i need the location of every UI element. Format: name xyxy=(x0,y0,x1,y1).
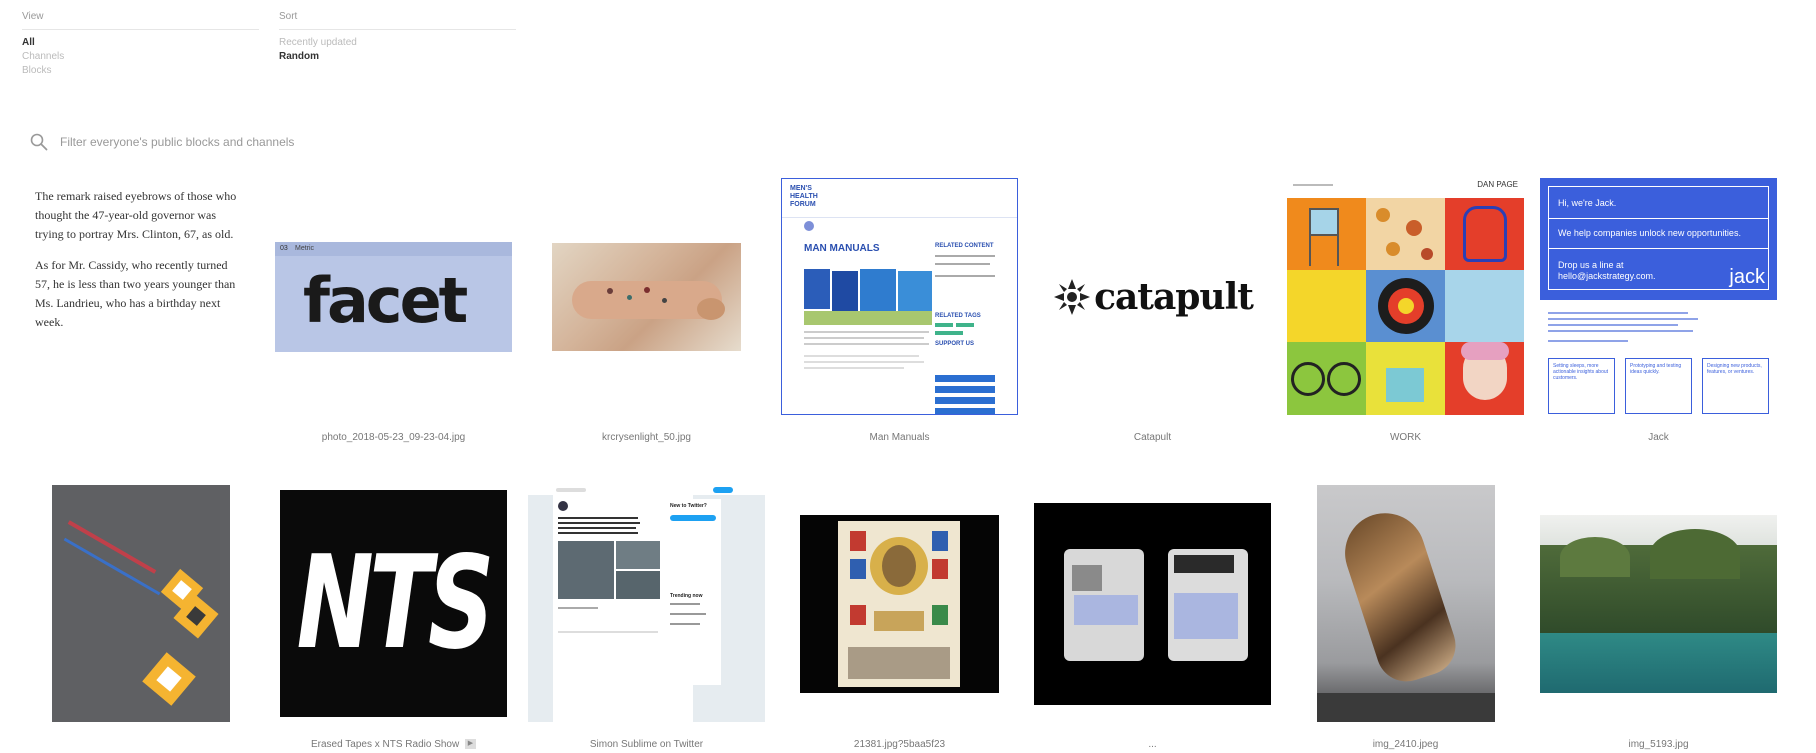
block-caption: img_5193.jpg xyxy=(1628,739,1689,750)
play-icon[interactable]: ▶ xyxy=(465,739,476,750)
site-brand: MEN'S HEALTH FORUM xyxy=(790,185,818,208)
block-caption: Simon Sublime on Twitter xyxy=(589,739,704,750)
block-thumbnail xyxy=(1034,502,1271,705)
twitter-trending-title: Trending now xyxy=(670,593,703,599)
nts-logo: NTS xyxy=(296,529,495,678)
image-block-twitter[interactable]: New to Twitter? Trending now Simon Subli… xyxy=(528,485,765,753)
block-caption: Man Manuals xyxy=(869,432,930,443)
block-caption: WORK xyxy=(1389,432,1422,443)
block-caption: 21381.jpg?5baa5f23 xyxy=(853,739,946,750)
block-thumbnail: New to Twitter? Trending now xyxy=(528,485,765,722)
block-caption: Erased Tapes x NTS Radio Show ▶ xyxy=(275,739,512,750)
jack-service-box: Setting sleeps, more actionable insights… xyxy=(1548,358,1615,414)
block-caption: photo_2018-05-23_09-23-04.jpg xyxy=(321,432,466,443)
page-heading: MAN MANUALS xyxy=(804,243,880,254)
text-block[interactable]: The remark raised eyebrows of those who … xyxy=(35,187,245,424)
search-icon xyxy=(30,133,48,151)
image-block-catapult[interactable]: catapult Catapult xyxy=(1034,178,1271,448)
filter-bar: View All Channels Blocks Sort Recently u… xyxy=(22,0,536,78)
sort-option-recently-updated[interactable]: Recently updated xyxy=(279,36,516,50)
block-thumbnail xyxy=(800,514,999,693)
image-block-postcard[interactable]: 21381.jpg?5baa5f23 xyxy=(781,485,1018,753)
block-caption: ... xyxy=(1148,739,1157,750)
text-paragraph: As for Mr. Cassidy, who recently turned … xyxy=(35,258,236,329)
caption-text: Erased Tapes x NTS Radio Show xyxy=(310,739,460,750)
sort-filter-label: Sort xyxy=(279,0,516,30)
search-input[interactable] xyxy=(60,135,660,149)
block-thumbnail xyxy=(1540,514,1777,693)
view-filter: View All Channels Blocks xyxy=(22,0,259,78)
view-option-blocks[interactable]: Blocks xyxy=(22,64,259,78)
text-paragraph: The remark raised eyebrows of those who … xyxy=(35,189,237,241)
block-thumbnail xyxy=(51,485,230,722)
block-thumbnail: DAN PAGE xyxy=(1287,178,1524,415)
view-option-channels[interactable]: Channels xyxy=(22,50,259,64)
thumb-tag-number: 03 xyxy=(280,244,288,252)
image-block-krcry[interactable]: krcrysenlight_50.jpg xyxy=(528,178,765,448)
view-filter-label: View xyxy=(22,0,259,30)
jack-tagline: We help companies unlock new opportuniti… xyxy=(1558,228,1741,238)
block-caption: krcrysenlight_50.jpg xyxy=(602,432,691,443)
image-block-photo[interactable]: 03 Metric facet photo_2018-05-23_09-23-0… xyxy=(275,178,512,448)
block-thumbnail xyxy=(552,242,741,351)
image-block-lake[interactable]: img_5193.jpg xyxy=(1540,485,1777,753)
twitter-sidebar-title: New to Twitter? xyxy=(670,503,707,509)
thumb-tag-text: Metric xyxy=(295,244,315,252)
block-thumbnail: NTS xyxy=(280,490,507,717)
support-heading: SUPPORT US xyxy=(935,341,975,347)
image-block-man-manuals[interactable]: MEN'S HEALTH FORUM MAN MANUALS RELATED C… xyxy=(781,178,1018,448)
block-thumbnail: MEN'S HEALTH FORUM MAN MANUALS RELATED C… xyxy=(781,178,1018,415)
image-block-packs[interactable]: ... xyxy=(1034,485,1271,753)
catapult-logo: catapult xyxy=(1094,275,1254,318)
sort-filter: Sort Recently updated Random xyxy=(279,0,516,78)
artist-name: DAN PAGE xyxy=(1477,180,1518,189)
block-thumbnail: catapult xyxy=(1034,257,1271,337)
jack-service-box: Designing new products, features, or ven… xyxy=(1702,358,1769,414)
block-caption: Catapult xyxy=(1133,432,1172,443)
block-thumbnail: Hi, we're Jack. We help companies unlock… xyxy=(1540,178,1777,415)
jack-headline: Hi, we're Jack. xyxy=(1558,198,1617,208)
image-block-work[interactable]: DAN PAGE WORK xyxy=(1287,178,1524,448)
view-option-all[interactable]: All xyxy=(22,36,259,50)
image-block-shell[interactable]: img_2410.jpeg xyxy=(1287,485,1524,753)
block-caption: img_2410.jpeg xyxy=(1372,739,1439,750)
block-thumbnail xyxy=(1316,485,1495,722)
block-thumbnail: 03 Metric facet xyxy=(275,241,512,352)
tags-heading: RELATED TAGS xyxy=(935,313,981,319)
image-block-nts[interactable]: NTS Erased Tapes x NTS Radio Show ▶ xyxy=(275,485,512,753)
sort-option-random[interactable]: Random xyxy=(279,50,516,64)
facet-logo: facet xyxy=(303,263,468,337)
jack-logo: jack xyxy=(1729,266,1765,288)
sidebar-heading: RELATED CONTENT xyxy=(935,243,994,249)
image-block-jack[interactable]: Hi, we're Jack. We help companies unlock… xyxy=(1540,178,1777,448)
jack-service-box: Prototyping and testing ideas quickly. xyxy=(1625,358,1692,414)
catapult-logo-icon xyxy=(1054,278,1091,315)
block-caption: Jack xyxy=(1648,432,1669,443)
search-bar xyxy=(30,133,660,151)
jack-contact: Drop us a line at hello@jackstrategy.com… xyxy=(1558,260,1656,281)
image-block-floor[interactable] xyxy=(22,485,259,753)
